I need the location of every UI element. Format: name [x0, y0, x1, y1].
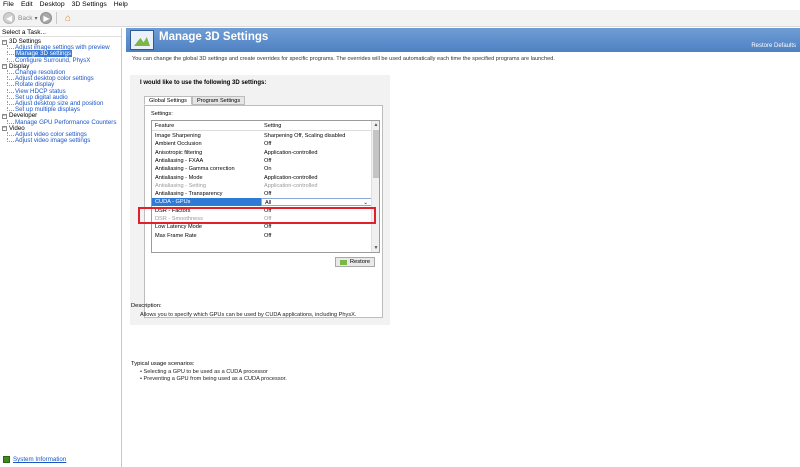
menu-file[interactable]: File	[3, 0, 14, 10]
feature-cell: Antialiasing - Setting	[155, 182, 206, 189]
setting-row[interactable]: Anisotropic filtering Application-control…	[152, 149, 372, 157]
page-title: Manage 3D Settings	[159, 31, 269, 43]
menu-help[interactable]: Help	[114, 0, 128, 10]
task-pane-header: Select a Task...	[0, 28, 121, 37]
tab-global-settings[interactable]: Global Settings	[144, 96, 192, 105]
column-header-feature: Feature	[155, 123, 175, 129]
setting-cell: Off	[264, 224, 272, 231]
restore-button[interactable]: Restore	[335, 257, 375, 267]
settings-heading: I would like to use the following 3D set…	[140, 80, 267, 86]
description-text: Allows you to specify which GPUs can be …	[140, 312, 357, 318]
system-information-link[interactable]: System Information	[3, 456, 66, 463]
setting-cell: Application-controlled	[264, 149, 318, 156]
scroll-down-icon[interactable]: ▼	[372, 244, 379, 252]
settings-tabs: Global Settings Program Settings	[144, 96, 246, 105]
setting-cell: Off	[264, 191, 272, 198]
system-info-icon	[3, 456, 10, 463]
back-arrow-icon[interactable]: ◀	[3, 12, 15, 24]
settings-grid: Feature Setting Image Sharpening Sharpeni…	[151, 120, 380, 253]
menu-bar: File Edit Desktop 3D Settings Help	[0, 0, 800, 10]
setting-row[interactable]: Antialiasing - Transparency Off	[152, 190, 372, 198]
feature-cell: Antialiasing - FXAA	[155, 157, 204, 164]
usage-title: Typical usage scenarios:	[131, 361, 195, 367]
tree-item-gpu-counters[interactable]: Manage GPU Performance Counters	[2, 119, 121, 126]
setting-value: All	[265, 200, 272, 207]
setting-cell: Application-controlled	[264, 174, 318, 181]
feature-cell: Antialiasing - Gamma correction	[155, 166, 235, 173]
collapse-icon[interactable]: −	[2, 114, 7, 120]
setting-cell: Off	[264, 141, 272, 148]
settings-panel: I would like to use the following 3D set…	[130, 75, 390, 325]
grid-scrollbar[interactable]: ▲ ▼	[371, 121, 379, 252]
setting-dropdown[interactable]: All ⌄	[261, 198, 372, 207]
feature-cell: Antialiasing - Mode	[155, 174, 203, 181]
setting-cell: Off	[264, 232, 272, 239]
feature-cell: CUDA - GPUs	[152, 198, 261, 207]
column-header-setting: Setting	[264, 123, 282, 129]
setting-cell: Off	[264, 157, 272, 164]
tree-item-multiple-displays[interactable]: Set up multiple displays	[2, 107, 121, 113]
feature-cell: Ambient Occlusion	[155, 141, 202, 148]
restore-defaults-link[interactable]: Restore Defaults	[751, 43, 796, 49]
history-dropdown-icon[interactable]: ▾	[34, 15, 37, 22]
feature-cell: Low Latency Mode	[155, 224, 202, 231]
collapse-icon[interactable]: −	[2, 126, 7, 132]
3d-settings-logo-icon	[130, 30, 154, 50]
menu-desktop[interactable]: Desktop	[40, 0, 65, 10]
intro-text: You can change the global 3D settings an…	[132, 56, 555, 62]
setting-row[interactable]: Ambient Occlusion Off	[152, 140, 372, 148]
forward-arrow-icon[interactable]: ▶	[40, 12, 53, 24]
setting-row[interactable]: Antialiasing - FXAA Off	[152, 157, 372, 165]
tree-item-video-image[interactable]: Adjust video image settings	[2, 138, 121, 144]
toolbar: ◀ Back ▾ ▶ ⌂	[0, 10, 800, 27]
grid-header: Feature Setting	[152, 121, 372, 131]
feature-cell: Image Sharpening	[155, 133, 201, 139]
restore-icon	[339, 259, 347, 265]
page-banner: Manage 3D Settings Restore Defaults	[126, 28, 800, 52]
usage-item: • Preventing a GPU from being used as a …	[140, 375, 287, 382]
setting-row[interactable]: Antialiasing - Mode Application-controlle…	[152, 174, 372, 182]
task-pane: Select a Task... −3D Settings Adjust ima…	[0, 28, 122, 467]
setting-row[interactable]: Image Sharpening Sharpening Off, Scaling …	[152, 132, 372, 140]
scroll-thumb[interactable]	[373, 130, 379, 178]
home-icon[interactable]: ⌂	[61, 12, 74, 25]
setting-cell: Application-controlled	[264, 182, 318, 189]
setting-row[interactable]: Max Frame Rate Off	[152, 232, 372, 240]
feature-cell: Max Frame Rate	[155, 232, 197, 239]
toolbar-divider	[56, 12, 58, 24]
collapse-icon[interactable]: −	[2, 39, 7, 45]
back-button-label[interactable]: Back	[18, 15, 32, 22]
highlight-box	[138, 207, 376, 224]
feature-cell: Anisotropic filtering	[155, 149, 203, 156]
setting-row[interactable]: Antialiasing - Gamma correction On	[152, 165, 372, 173]
settings-label: Settings:	[151, 111, 173, 117]
tab-program-settings[interactable]: Program Settings	[191, 96, 246, 105]
scroll-up-icon[interactable]: ▲	[372, 121, 379, 129]
chevron-down-icon[interactable]: ⌄	[363, 199, 368, 205]
setting-row[interactable]: Antialiasing - Setting Application-contro…	[152, 182, 372, 190]
setting-cell: On	[264, 166, 272, 173]
description-title: Description:	[131, 303, 162, 309]
feature-cell: Antialiasing - Transparency	[155, 191, 223, 198]
collapse-icon[interactable]: −	[2, 64, 7, 70]
setting-row[interactable]: CUDA - GPUs All ⌄	[152, 198, 372, 207]
setting-row[interactable]: Low Latency Mode Off	[152, 223, 372, 231]
tree-item-configure-surround[interactable]: Configure Surround, PhysX	[2, 57, 121, 64]
task-tree: −3D Settings Adjust image settings with …	[0, 37, 121, 144]
menu-3d-settings[interactable]: 3D Settings	[72, 0, 107, 10]
main-pane: Manage 3D Settings Restore Defaults You …	[123, 28, 800, 467]
setting-cell: Sharpening Off, Scaling disabled	[264, 133, 346, 139]
menu-edit[interactable]: Edit	[21, 0, 33, 10]
usage-list: • Selecting a GPU to be used as a CUDA p…	[140, 369, 287, 382]
